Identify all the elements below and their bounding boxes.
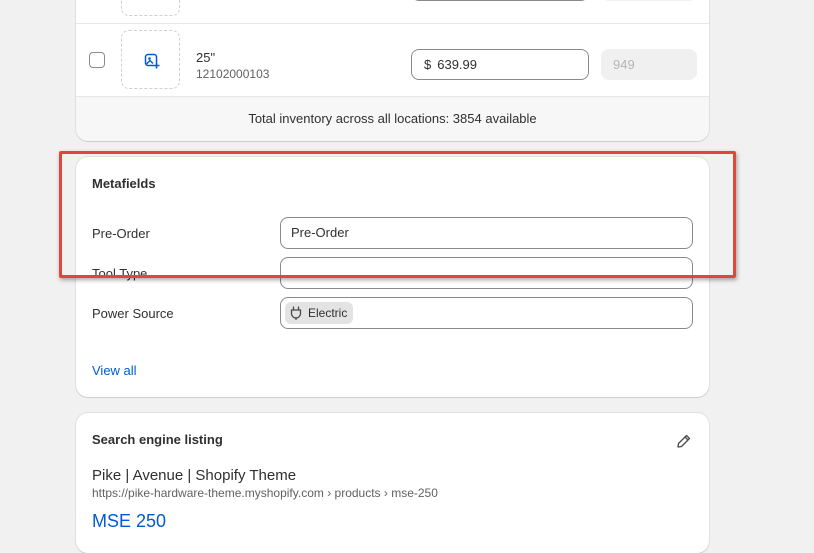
search-engine-listing-card: Search engine listing Pike | Avenue | Sh… [76,413,709,553]
variant-checkbox[interactable] [89,52,105,68]
chip-label: Electric [308,306,348,320]
seo-card-title: Search engine listing [92,432,223,447]
variant-image-placeholder[interactable] [121,30,180,89]
metafield-label-tool-type: Tool Type [92,266,148,281]
metafield-label-pre-order: Pre-Order [92,226,150,241]
plug-icon [290,306,302,320]
price-input[interactable] [411,0,589,1]
seo-url: https://pike-hardware-theme.myshopify.co… [92,486,438,500]
tool-type-field[interactable] [280,257,693,289]
metafield-label-power-source: Power Source [92,306,174,321]
pre-order-field[interactable]: Pre-Order [280,217,693,249]
metafields-card: Metafields Pre-Order Pre-Order Tool Type… [76,157,709,397]
price-input[interactable]: $639.99 [411,49,589,80]
price-value: 639.99 [437,57,477,72]
variant-name: 25" [196,50,216,65]
pencil-icon [677,434,691,448]
variant-image-placeholder[interactable] [121,0,180,16]
edit-seo-button[interactable] [674,431,694,451]
add-image-icon [144,53,160,69]
seo-heading: MSE 250 [92,511,167,531]
view-all-link[interactable]: View all [92,363,137,378]
metafields-title: Metafields [92,176,156,191]
total-inventory: Total inventory across all locations: 38… [76,97,709,141]
variant-sku: 12102000103 [196,67,270,81]
currency-symbol: $ [424,57,432,72]
power-source-chip[interactable]: Electric [285,302,354,324]
variants-card: 12102000026 25" 12102000103 $639.99 949 … [76,0,709,141]
power-source-field[interactable]: Electric [280,297,693,329]
quantity-input[interactable]: 949 [601,49,697,80]
variant-row: 25" 12102000103 $639.99 949 [76,24,709,97]
quantity-input[interactable] [601,0,697,1]
seo-page-title: Pike | Avenue | Shopify Theme [92,467,297,484]
variant-row: 12102000026 [76,0,709,24]
